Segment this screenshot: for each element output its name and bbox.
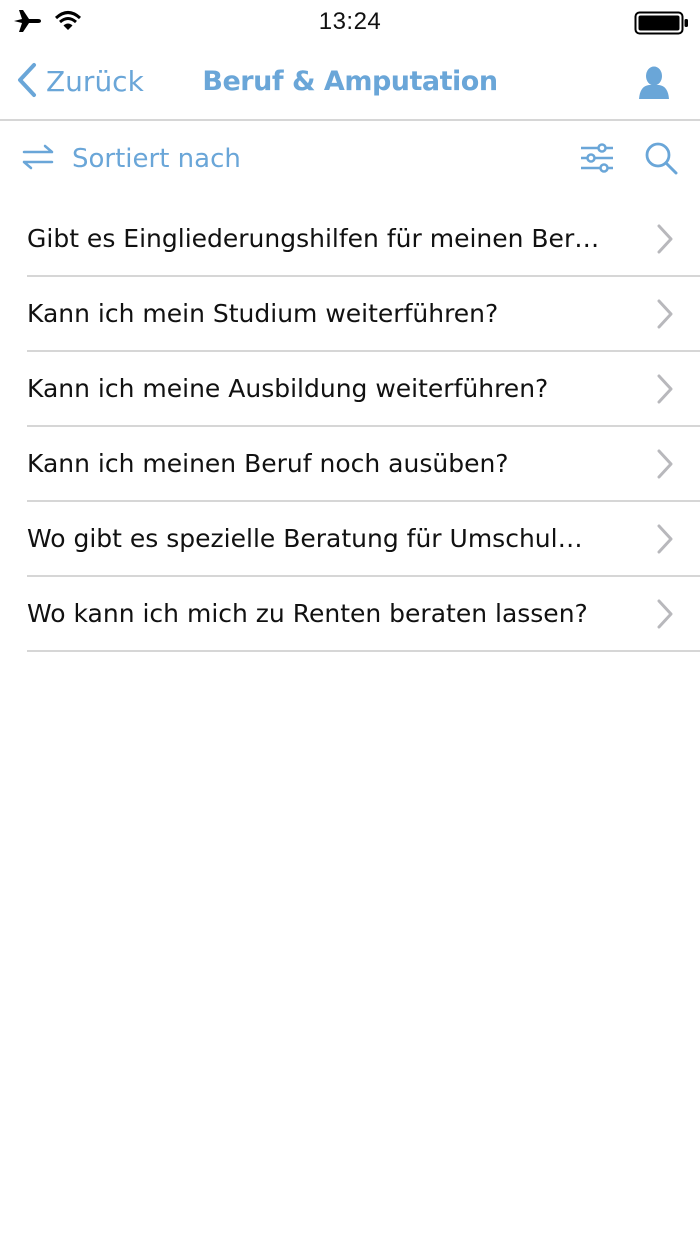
list-item[interactable]: Wo gibt es spezielle Beratung für Umschu…: [27, 502, 700, 577]
sort-toolbar: Sortiert nach: [0, 121, 700, 197]
question-text: Kann ich mein Studium weiterführen?: [27, 299, 499, 328]
chevron-right-icon: [656, 374, 674, 408]
chevron-right-icon: [656, 599, 674, 633]
profile-button[interactable]: [638, 66, 670, 104]
chevron-right-icon: [656, 224, 674, 258]
list-item[interactable]: Gibt es Eingliederungshilfen für meinen …: [27, 202, 700, 277]
question-text: Gibt es Eingliederungshilfen für meinen …: [27, 224, 600, 253]
user-icon: [638, 66, 670, 104]
page-title: Beruf & Amputation: [202, 66, 498, 97]
chevron-right-icon: [656, 299, 674, 333]
list-item[interactable]: Kann ich meine Ausbildung weiterführen?: [27, 352, 700, 427]
list-item[interactable]: Wo kann ich mich zu Renten beraten lasse…: [27, 577, 700, 652]
list-item[interactable]: Kann ich mein Studium weiterführen?: [27, 277, 700, 352]
question-text: Wo gibt es spezielle Beratung für Umschu…: [27, 524, 583, 553]
question-text: Kann ich meinen Beruf noch ausüben?: [27, 449, 509, 478]
question-text: Wo kann ich mich zu Renten beraten lasse…: [27, 599, 588, 628]
navigation-bar: Zurück Beruf & Amputation: [0, 44, 700, 121]
status-time: 13:24: [318, 8, 382, 35]
chevron-right-icon: [656, 524, 674, 558]
search-icon: [644, 142, 678, 179]
status-bar: 13:24: [0, 0, 700, 44]
swap-arrows-icon: [20, 143, 56, 175]
question-list: Gibt es Eingliederungshilfen für meinen …: [0, 202, 700, 652]
battery-icon: [634, 10, 690, 40]
question-text: Kann ich meine Ausbildung weiterführen?: [27, 374, 549, 403]
filter-button[interactable]: [580, 143, 614, 177]
search-button[interactable]: [644, 141, 678, 179]
sliders-icon: [580, 143, 614, 177]
sort-label: Sortiert nach: [72, 144, 241, 174]
sort-button[interactable]: Sortiert nach: [20, 141, 241, 177]
list-item[interactable]: Kann ich meinen Beruf noch ausüben?: [27, 427, 700, 502]
chevron-right-icon: [656, 449, 674, 483]
